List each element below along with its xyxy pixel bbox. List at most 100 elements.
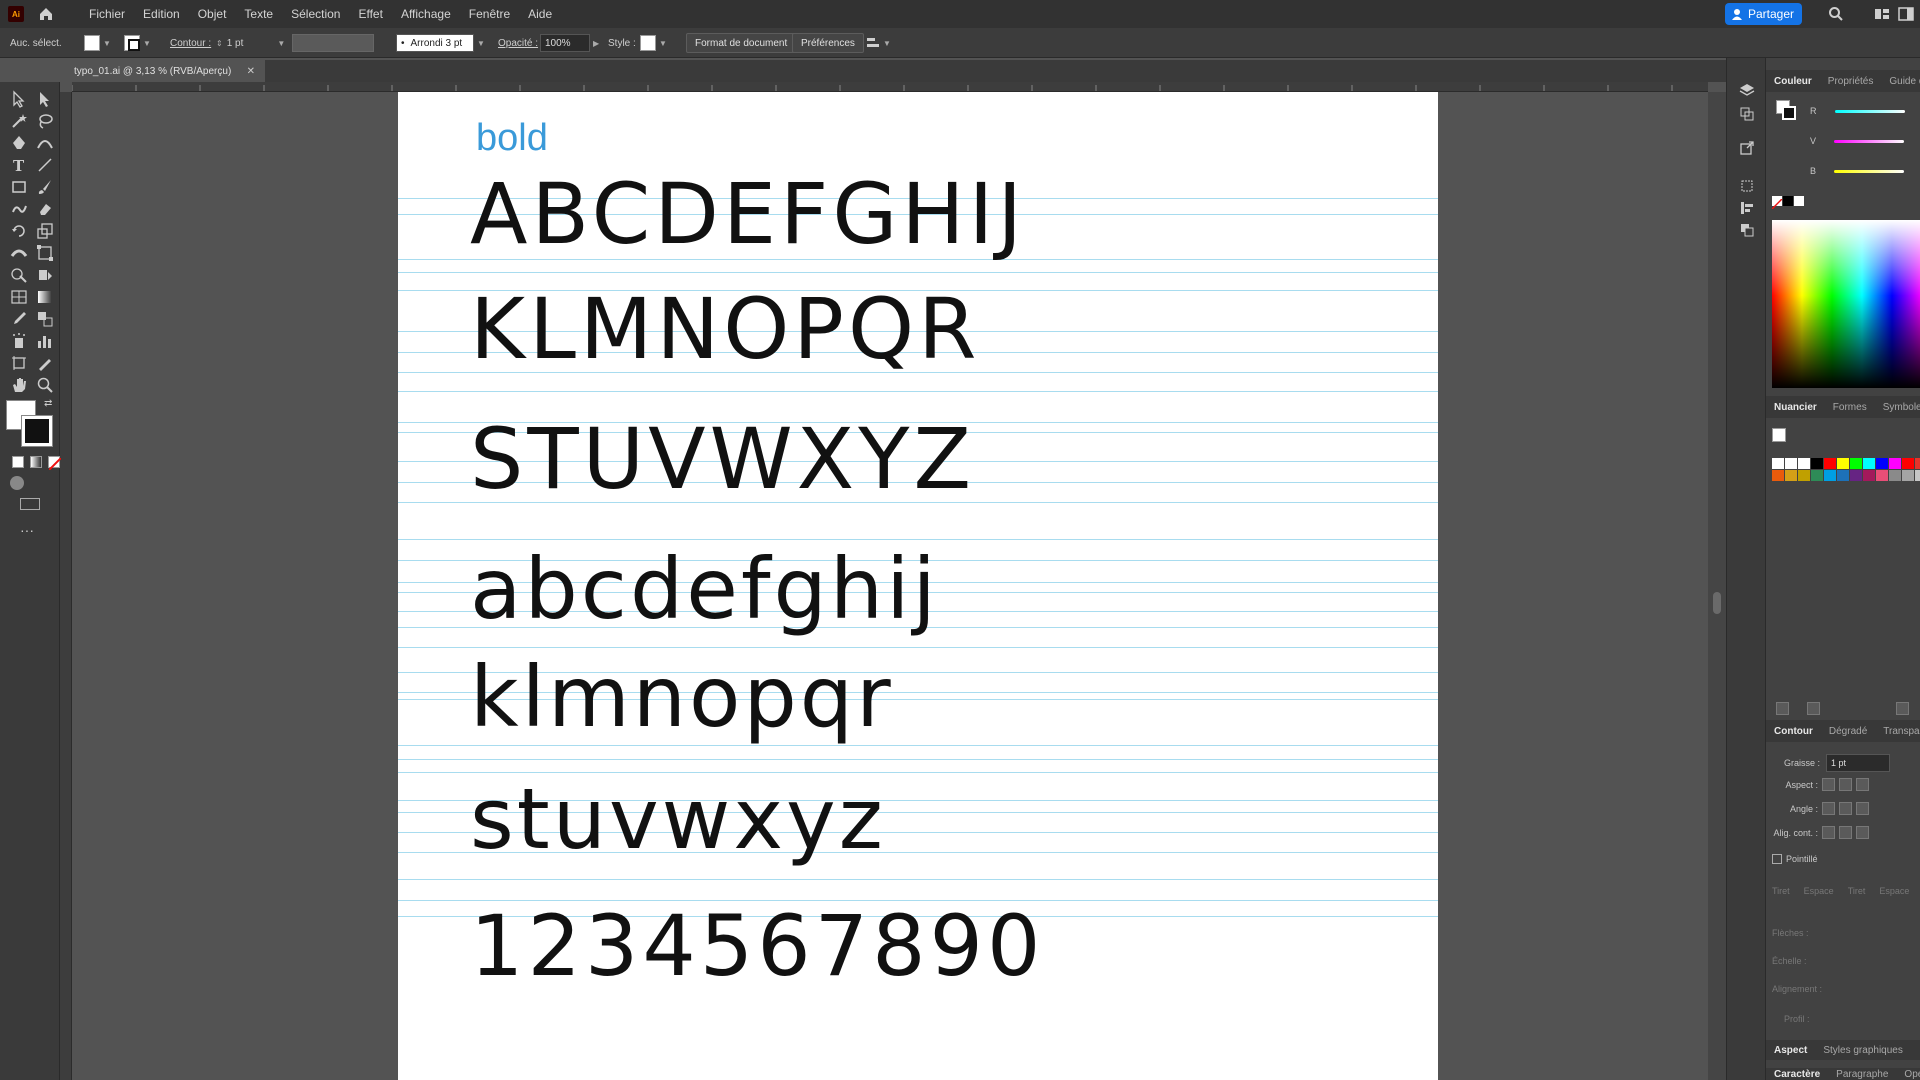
eyedropper-tool-icon[interactable] (10, 310, 28, 328)
transform-icon[interactable] (1739, 178, 1755, 194)
gradient-tool-icon[interactable] (36, 288, 54, 306)
swatch[interactable] (1785, 458, 1797, 469)
variable-width-profile[interactable] (292, 34, 374, 52)
round-join-icon[interactable] (1839, 802, 1852, 815)
swatch[interactable] (1850, 470, 1862, 481)
live-paint-tool-icon[interactable] (36, 266, 54, 284)
artboard[interactable]: bold ABCDEFGHIJ KLMNOPQR STUVWXYZ abcdef… (398, 92, 1438, 1080)
swatch[interactable] (1915, 470, 1920, 481)
swatch[interactable] (1863, 470, 1875, 481)
pen-tool-icon[interactable] (10, 134, 28, 152)
share-button[interactable]: Partager (1724, 3, 1802, 25)
menu-objet[interactable]: Objet (189, 7, 236, 21)
menu-fenetre[interactable]: Fenêtre (460, 7, 519, 21)
curvature-tool-icon[interactable] (36, 134, 54, 152)
draw-mode-icon[interactable] (10, 476, 24, 490)
workspace-icon[interactable] (1874, 6, 1890, 22)
swatch[interactable] (1798, 470, 1810, 481)
swatch-grid[interactable] (1772, 458, 1920, 481)
canvas[interactable]: bold ABCDEFGHIJ KLMNOPQR STUVWXYZ abcdef… (72, 92, 1708, 1080)
document-format-button[interactable]: Format de document (686, 33, 797, 53)
direct-selection-tool-icon[interactable] (36, 90, 54, 108)
round-cap-icon[interactable] (1839, 778, 1852, 791)
swatch[interactable] (1902, 470, 1914, 481)
tab-couleur[interactable]: Couleur (1766, 76, 1820, 87)
search-icon[interactable] (1828, 6, 1844, 22)
rectangle-tool-icon[interactable] (10, 178, 28, 196)
hand-tool-icon[interactable] (10, 376, 28, 394)
square-cap-icon[interactable] (1856, 778, 1869, 791)
column-graph-tool-icon[interactable] (36, 332, 54, 350)
slice-tool-icon[interactable] (36, 354, 54, 372)
swatch[interactable] (1785, 470, 1797, 481)
contour-label[interactable]: Contour : (170, 34, 211, 52)
eraser-tool-icon[interactable] (36, 200, 54, 218)
swatch[interactable] (1902, 458, 1914, 469)
swatch-fill-indicator[interactable] (1772, 428, 1786, 442)
tab-opentype[interactable]: Ope (1896, 1069, 1920, 1080)
line-tool-icon[interactable] (36, 156, 54, 174)
align-icon[interactable] (1739, 200, 1755, 216)
slider-v[interactable]: V (1810, 136, 1905, 146)
tab-guide[interactable]: Guide de (1881, 76, 1920, 87)
horizontal-ruler[interactable] (72, 82, 1708, 92)
swatch-kind-icon[interactable] (1807, 702, 1820, 715)
magic-wand-tool-icon[interactable] (10, 112, 28, 130)
stroke-weight-input[interactable]: 1 pt (1826, 754, 1891, 772)
swatch[interactable] (1915, 458, 1920, 469)
type-tool-icon[interactable]: T (10, 156, 28, 175)
blend-tool-icon[interactable] (36, 310, 54, 328)
menu-texte[interactable]: Texte (235, 7, 282, 21)
free-transform-tool-icon[interactable] (36, 244, 54, 262)
menu-aide[interactable]: Aide (519, 7, 561, 21)
tab-degrade[interactable]: Dégradé (1821, 726, 1875, 737)
vertical-ruler[interactable] (60, 92, 72, 1080)
shape-builder-tool-icon[interactable] (10, 266, 28, 284)
paintbrush-tool-icon[interactable] (36, 178, 54, 196)
color-spectrum[interactable] (1772, 220, 1920, 388)
swatch[interactable] (1824, 458, 1836, 469)
color-stroke-swatch[interactable] (1782, 106, 1796, 120)
lasso-tool-icon[interactable] (36, 112, 54, 130)
selection-tool-icon[interactable] (10, 90, 28, 108)
fill-swatch[interactable]: ▼ (84, 34, 111, 52)
edit-toolbar-icon[interactable]: ··· (20, 522, 34, 538)
swatch[interactable] (1824, 470, 1836, 481)
layers-icon[interactable] (1739, 82, 1755, 98)
menu-fichier[interactable]: Fichier (80, 7, 134, 21)
swatch[interactable] (1811, 458, 1823, 469)
stroke-weight-field[interactable]: ⇕ 1 pt ▼ (216, 34, 285, 52)
swatch[interactable] (1889, 470, 1901, 481)
slider-b[interactable]: B (1810, 166, 1905, 176)
stroke-color-icon[interactable] (21, 415, 53, 447)
artboards-icon[interactable] (1739, 106, 1755, 122)
color-mode-icon[interactable] (12, 456, 24, 468)
butt-cap-icon[interactable] (1822, 778, 1835, 791)
none-mode-icon[interactable] (48, 456, 62, 471)
swatch[interactable] (1889, 458, 1901, 469)
gradient-mode-icon[interactable] (30, 456, 42, 468)
align-center-icon[interactable] (1822, 826, 1835, 839)
swatch[interactable] (1798, 458, 1810, 469)
swatch[interactable] (1837, 458, 1849, 469)
swatch[interactable] (1850, 458, 1862, 469)
swatch[interactable] (1772, 470, 1784, 481)
swatch[interactable] (1772, 458, 1784, 469)
bevel-join-icon[interactable] (1856, 802, 1869, 815)
miter-join-icon[interactable] (1822, 802, 1835, 815)
tab-caractere[interactable]: Caractère (1766, 1069, 1828, 1080)
scrollbar-thumb[interactable] (1713, 592, 1721, 614)
align-options-icon[interactable]: ▼ (866, 34, 891, 52)
vertical-scrollbar[interactable] (1708, 92, 1726, 1080)
tab-formes[interactable]: Formes (1825, 402, 1875, 413)
shaper-tool-icon[interactable] (10, 200, 28, 218)
document-tab[interactable]: typo_01.ai @ 3,13 % (RVB/Aperçu) ✕ (60, 60, 265, 82)
style-swatch[interactable]: ▼ (640, 34, 667, 52)
perspective-grid-tool-icon[interactable] (10, 288, 28, 306)
brush-definition[interactable]: • Arrondi 3 pt ▼ (396, 34, 485, 52)
quick-swatches[interactable] (1771, 196, 1804, 210)
menu-affichage[interactable]: Affichage (392, 7, 460, 21)
swatch[interactable] (1863, 458, 1875, 469)
dashed-checkbox[interactable] (1772, 854, 1782, 864)
tab-symboles[interactable]: Symboles (1875, 402, 1920, 413)
